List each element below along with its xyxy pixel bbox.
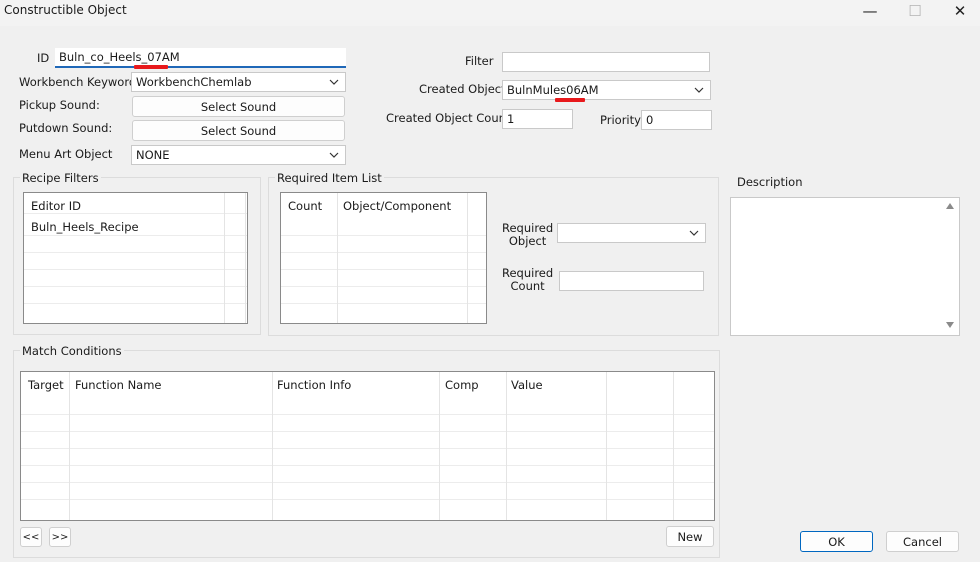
created-object-count-label: Created Object Count (386, 111, 511, 125)
highlight-mark (134, 65, 168, 69)
required-item-list-title: Required Item List (275, 171, 384, 185)
chevron-down-icon (329, 79, 339, 85)
created-object-select[interactable]: BulnMules06AM (502, 80, 711, 100)
workbench-keyword-select[interactable]: WorkbenchChemlab (131, 72, 346, 92)
maximize-button: ☐ (908, 2, 922, 20)
minimize-button[interactable]: — (848, 0, 892, 22)
cancel-button[interactable]: Cancel (886, 531, 959, 552)
description-label: Description (737, 175, 803, 189)
target-column-header[interactable]: Target (28, 378, 64, 392)
window-title: Constructible Object (4, 3, 127, 17)
editor-id-header[interactable]: Editor ID (31, 199, 81, 213)
pickup-select-sound-button[interactable]: Select Sound (132, 96, 345, 117)
previous-page-button[interactable]: << (20, 527, 42, 547)
menu-art-object-value: NONE (136, 148, 170, 162)
chevron-down-icon (694, 87, 704, 93)
required-object-select[interactable] (557, 223, 706, 243)
comp-column-header[interactable]: Comp (445, 378, 479, 392)
value-column-header[interactable]: Value (511, 378, 543, 392)
highlight-mark (555, 98, 585, 102)
required-object-label: Required Object (502, 221, 554, 248)
object-component-column-header[interactable]: Object/Component (343, 199, 451, 213)
putdown-sound-label: Putdown Sound: (19, 121, 113, 135)
id-label: ID (37, 51, 50, 65)
putdown-select-sound-button[interactable]: Select Sound (132, 120, 345, 141)
chevron-down-icon (329, 152, 339, 158)
required-item-list[interactable]: Count Object/Component (280, 192, 487, 324)
count-column-header[interactable]: Count (288, 199, 322, 213)
required-count-label: Required Count (502, 266, 554, 293)
description-textarea[interactable] (730, 197, 960, 336)
menu-art-object-select[interactable]: NONE (131, 145, 346, 165)
priority-input[interactable]: 0 (641, 110, 712, 130)
created-object-label: Created Object (419, 82, 506, 96)
created-object-value: BulnMules06AM (507, 83, 599, 97)
filter-label: Filter (465, 54, 494, 68)
scroll-down-arrow-icon[interactable] (946, 322, 954, 328)
scroll-up-arrow-icon[interactable] (946, 203, 954, 209)
pickup-sound-label: Pickup Sound: (19, 98, 100, 112)
close-button[interactable]: ✕ (938, 0, 980, 22)
function-info-column-header[interactable]: Function Info (277, 378, 351, 392)
ok-button[interactable]: OK (800, 531, 873, 552)
title-bar (0, 0, 980, 26)
next-page-button[interactable]: >> (49, 527, 71, 547)
match-conditions-list[interactable]: Target Function Name Function Info Comp … (20, 371, 715, 521)
filter-input[interactable] (502, 52, 710, 72)
required-count-input[interactable] (559, 271, 704, 291)
recipe-filters-title: Recipe Filters (20, 171, 101, 185)
workbench-keyword-label: Workbench Keyword (19, 75, 137, 89)
menu-art-object-label: Menu Art Object (19, 147, 113, 161)
new-condition-button[interactable]: New (666, 526, 714, 547)
priority-label: Priority (600, 113, 641, 127)
chevron-down-icon (689, 230, 699, 236)
match-conditions-title: Match Conditions (20, 344, 124, 358)
id-input[interactable]: Buln_co_Heels_07AM (55, 48, 346, 68)
list-item[interactable]: Buln_Heels_Recipe (31, 220, 139, 234)
created-object-count-input[interactable]: 1 (502, 109, 573, 129)
function-name-column-header[interactable]: Function Name (75, 378, 162, 392)
workbench-keyword-value: WorkbenchChemlab (136, 75, 252, 89)
recipe-filters-list[interactable]: Editor ID Buln_Heels_Recipe (23, 192, 248, 324)
